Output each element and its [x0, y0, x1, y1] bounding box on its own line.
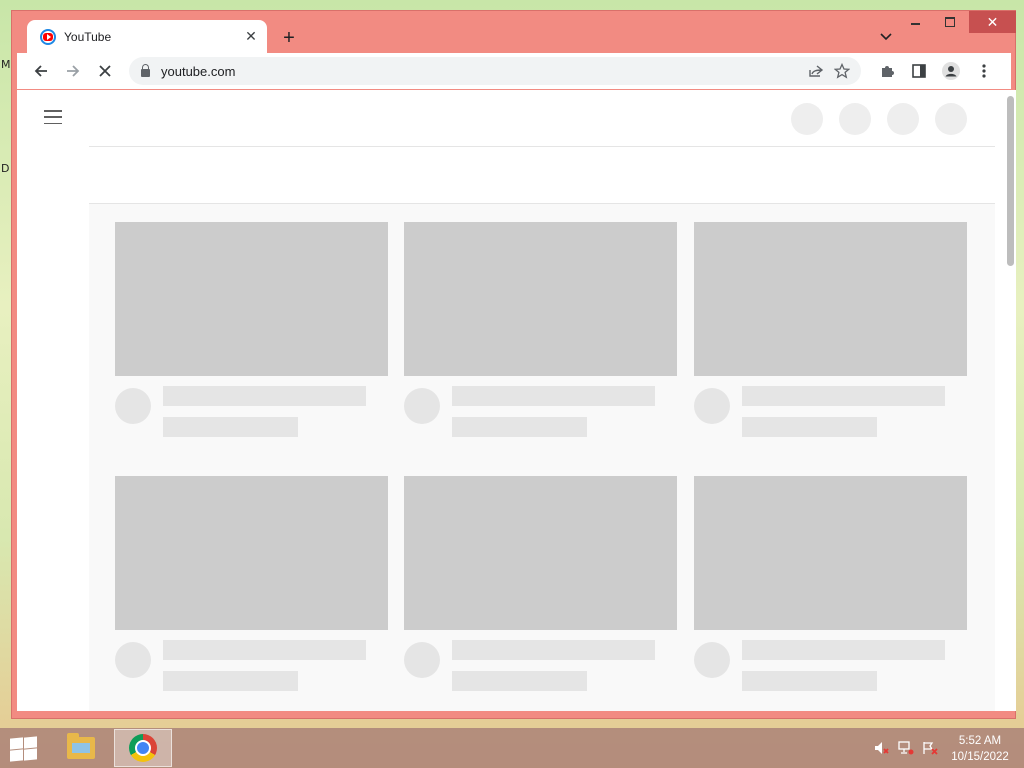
file-explorer-icon[interactable] — [60, 731, 102, 765]
profile-avatar-icon[interactable] — [938, 58, 964, 84]
meta-line-placeholder — [452, 417, 587, 437]
extensions-puzzle-icon[interactable] — [874, 58, 900, 84]
bookmark-star-icon[interactable] — [829, 58, 855, 84]
thumbnail-placeholder — [115, 222, 388, 376]
taskbar: 5:52 AM 10/15/2022 — [0, 728, 1024, 768]
title-line-placeholder — [452, 640, 655, 660]
stop-loading-icon[interactable] — [92, 58, 118, 84]
page-viewport[interactable] — [17, 90, 1005, 711]
meta-line-placeholder — [742, 671, 877, 691]
action-center-flag-icon[interactable] — [922, 740, 938, 756]
scrollbar-thumb[interactable] — [1007, 96, 1014, 266]
system-clock[interactable]: 5:52 AM 10/15/2022 — [944, 733, 1016, 765]
thumbnail-placeholder — [694, 222, 967, 376]
new-tab-button[interactable]: + — [276, 25, 302, 51]
video-card-skeleton[interactable] — [404, 222, 677, 437]
guide-menu-icon[interactable] — [44, 110, 62, 124]
title-line-placeholder — [742, 640, 945, 660]
tab-title: YouTube — [64, 29, 112, 44]
side-panel-icon[interactable] — [906, 58, 932, 84]
network-icon[interactable] — [898, 740, 914, 756]
thumbnail-placeholder — [404, 476, 677, 630]
maximize-button[interactable] — [933, 11, 967, 33]
channel-avatar-placeholder — [694, 388, 730, 424]
meta-line-placeholder — [742, 417, 877, 437]
channel-avatar-placeholder — [115, 642, 151, 678]
chrome-icon — [129, 734, 157, 762]
video-card-skeleton[interactable] — [404, 476, 677, 691]
volume-muted-icon[interactable] — [874, 740, 890, 756]
window-close-button[interactable]: ✕ — [969, 11, 1016, 33]
clock-date: 10/15/2022 — [951, 751, 1009, 763]
channel-avatar-placeholder — [694, 642, 730, 678]
header-placeholder-circle — [935, 103, 967, 135]
header-placeholder-circle — [791, 103, 823, 135]
minimize-button[interactable] — [898, 11, 932, 33]
thumbnail-placeholder — [694, 476, 967, 630]
meta-line-placeholder — [452, 671, 587, 691]
tab-search-chevron-icon[interactable] — [874, 25, 898, 49]
title-line-placeholder — [742, 386, 945, 406]
title-line-placeholder — [163, 640, 366, 660]
lock-icon[interactable] — [141, 64, 150, 77]
desktop-icon-label-fragment[interactable]: D — [1, 162, 9, 175]
video-card-skeleton[interactable] — [694, 476, 967, 691]
browser-window: YouTube ✕ + ✕ youtube.com — [11, 10, 1016, 719]
video-card-skeleton[interactable] — [115, 476, 388, 691]
address-bar[interactable]: youtube.com — [129, 57, 861, 85]
video-card-skeleton[interactable] — [694, 222, 967, 437]
title-line-placeholder — [452, 386, 655, 406]
tab-strip[interactable]: YouTube ✕ + ✕ — [12, 11, 1016, 53]
youtube-icon — [40, 28, 56, 45]
back-arrow-icon[interactable] — [28, 58, 54, 84]
video-card-skeleton[interactable] — [115, 222, 388, 437]
channel-avatar-placeholder — [404, 388, 440, 424]
chrome-menu-icon[interactable] — [971, 58, 997, 84]
header-placeholder-circle — [839, 103, 871, 135]
start-windows-icon[interactable] — [8, 736, 38, 762]
thumbnail-placeholder — [404, 222, 677, 376]
header-divider — [89, 146, 995, 147]
browser-toolbar: youtube.com — [17, 53, 1011, 89]
share-icon[interactable] — [803, 58, 829, 84]
title-line-placeholder — [163, 386, 366, 406]
video-feed-skeleton — [89, 204, 995, 711]
tab-youtube[interactable]: YouTube ✕ — [27, 20, 267, 53]
thumbnail-placeholder — [115, 476, 388, 630]
forward-arrow-icon[interactable] — [60, 58, 86, 84]
page-scrollbar[interactable] — [1005, 90, 1016, 711]
clock-time: 5:52 AM — [958, 735, 1002, 747]
meta-line-placeholder — [163, 671, 298, 691]
channel-avatar-placeholder — [404, 642, 440, 678]
url-text[interactable]: youtube.com — [161, 64, 803, 79]
desktop-icon-label-fragment[interactable]: M — [1, 58, 11, 71]
tab-close-icon[interactable]: ✕ — [241, 27, 261, 47]
header-placeholder-circle — [887, 103, 919, 135]
meta-line-placeholder — [163, 417, 298, 437]
channel-avatar-placeholder — [115, 388, 151, 424]
chrome-taskbar-button[interactable] — [114, 729, 172, 767]
